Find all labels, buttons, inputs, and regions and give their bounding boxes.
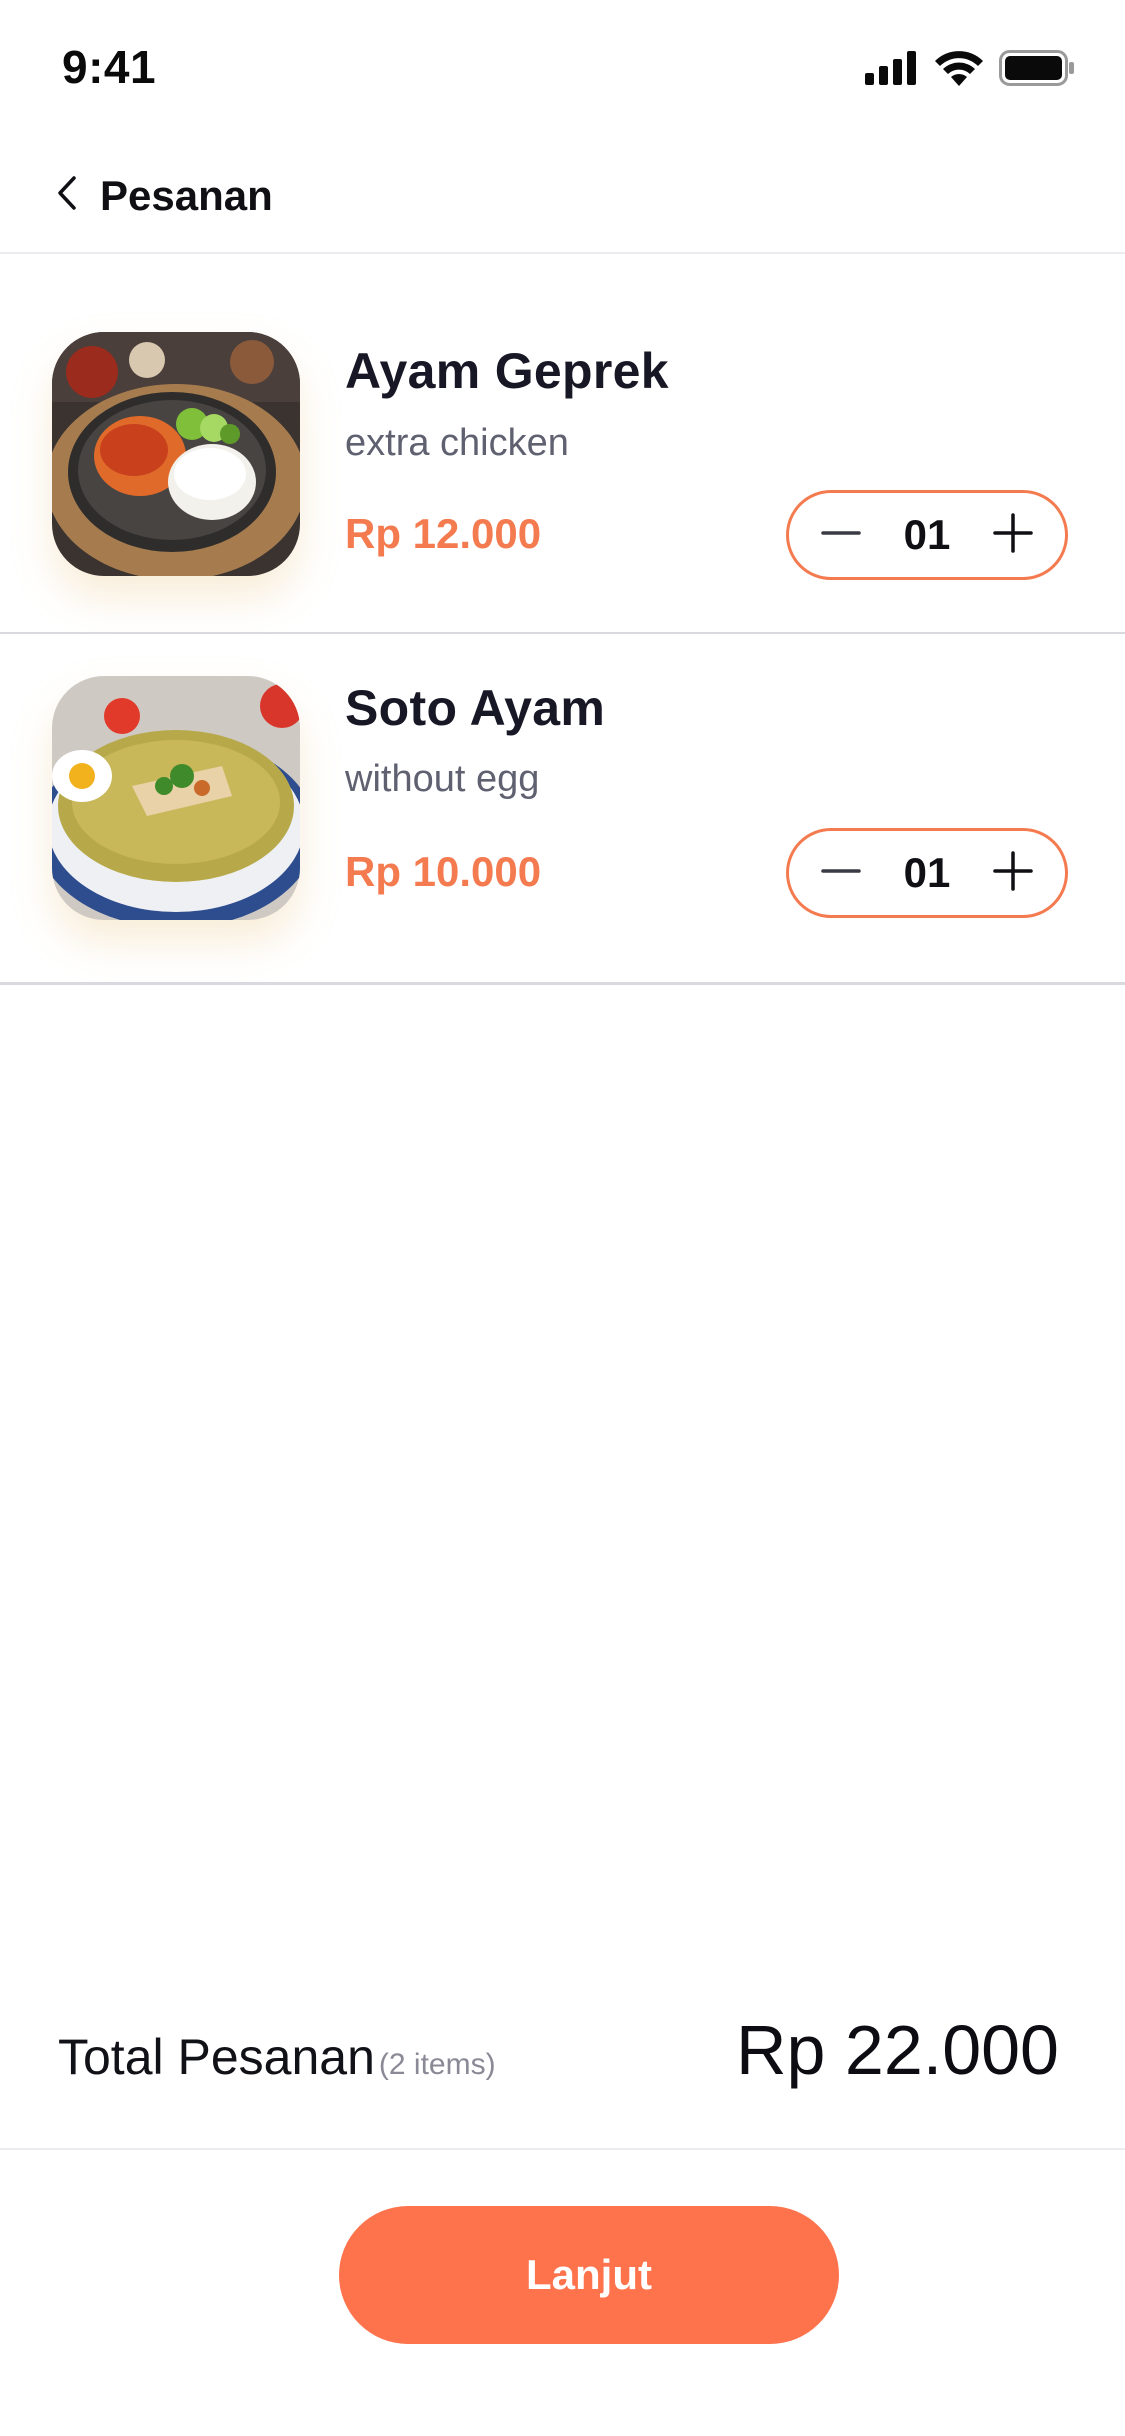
- decrease-button[interactable]: [813, 507, 869, 563]
- minus-icon: [819, 511, 863, 560]
- quantity-stepper: 01: [786, 828, 1068, 918]
- plus-icon: [991, 511, 1035, 560]
- food-name: Ayam Geprek: [345, 343, 669, 399]
- page-title: Pesanan: [100, 172, 273, 219]
- continue-button[interactable]: Lanjut: [339, 2206, 839, 2344]
- quantity-stepper: 01: [786, 490, 1068, 580]
- food-price: Rp 12.000: [345, 510, 542, 557]
- battery-icon: [999, 50, 1075, 91]
- increase-button[interactable]: [985, 507, 1041, 563]
- total-label-text: Total Pesanan: [58, 2029, 375, 2085]
- soto-ayam-photo: [52, 676, 300, 920]
- plus-icon: [991, 849, 1035, 898]
- food-price: Rp 10.000: [345, 848, 542, 895]
- status-time: 9:41: [62, 41, 157, 93]
- minus-icon: [819, 849, 863, 898]
- decrease-button[interactable]: [813, 845, 869, 901]
- food-note: without egg: [345, 758, 540, 800]
- wifi-icon: [935, 50, 983, 91]
- total-items-count: (2 items): [378, 2048, 496, 2081]
- header: Pesanan: [0, 140, 1125, 254]
- food-note: extra chicken: [345, 422, 569, 464]
- quantity-value: 01: [903, 849, 951, 896]
- increase-button[interactable]: [985, 845, 1041, 901]
- order-item: Soto Ayam without egg Rp 10.000 01: [0, 634, 1125, 985]
- quantity-value: 01: [903, 511, 951, 558]
- order-item: Ayam Geprek extra chicken Rp 12.000 01: [0, 294, 1125, 635]
- total-value: Rp 22.000: [735, 2011, 1059, 2089]
- cellular-signal-icon: [865, 51, 919, 90]
- order-total: Total Pesanan (2 items) Rp 22.000: [0, 2000, 1125, 2150]
- back-button[interactable]: [40, 168, 94, 222]
- status-bar: 9:41: [0, 0, 1125, 140]
- total-label: Total Pesanan (2 items): [58, 2028, 496, 2086]
- status-icons: [865, 50, 1075, 91]
- food-name: Soto Ayam: [345, 680, 606, 736]
- ayam-geprek-photo: [52, 332, 300, 576]
- chevron-left-icon: [56, 175, 78, 216]
